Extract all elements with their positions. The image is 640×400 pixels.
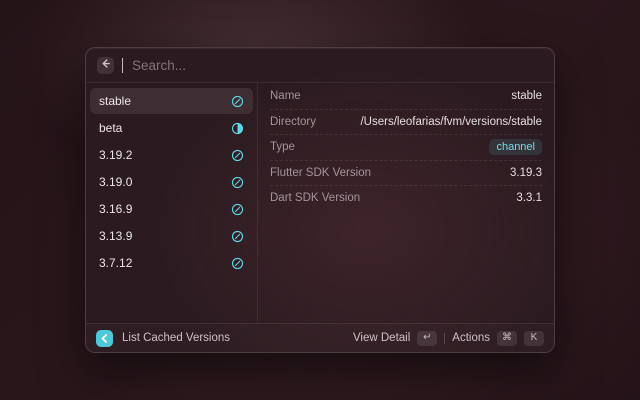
- list-item-label: stable: [99, 94, 131, 108]
- detail-value: 3.19.3: [510, 167, 542, 179]
- half-circle-icon: [231, 122, 244, 135]
- list-item-stable[interactable]: stable: [90, 88, 253, 114]
- list-item-3-19-2[interactable]: 3.19.2: [90, 142, 253, 168]
- text-caret: [122, 58, 123, 73]
- detail-label: Directory: [270, 116, 316, 128]
- list-item-3-19-0[interactable]: 3.19.0: [90, 169, 253, 195]
- check-circle-icon: [231, 203, 244, 216]
- detail-label: Flutter SDK Version: [270, 167, 371, 179]
- detail-label: Dart SDK Version: [270, 192, 360, 204]
- check-circle-icon: [231, 257, 244, 270]
- list-item-label: beta: [99, 121, 122, 135]
- action-bar: List Cached Versions View Detail ↵ Actio…: [86, 323, 554, 352]
- search-input[interactable]: Search...: [132, 58, 186, 73]
- main-content: stable beta 3.19.2: [86, 83, 554, 323]
- footer-divider: [444, 333, 445, 344]
- detail-value: 3.3.1: [516, 192, 542, 204]
- back-button[interactable]: [97, 57, 114, 74]
- desktop-background: Search... stable beta: [0, 0, 640, 400]
- detail-value: stable: [511, 90, 542, 102]
- list-item-beta[interactable]: beta: [90, 115, 253, 141]
- actions-button[interactable]: Actions: [452, 332, 490, 344]
- detail-label: Type: [270, 141, 295, 153]
- list-item-label: 3.19.2: [99, 148, 132, 162]
- detail-value: /Users/leofarias/fvm/versions/stable: [360, 116, 542, 128]
- enter-keycap[interactable]: ↵: [417, 331, 437, 346]
- detail-row-type: Type channel: [270, 135, 542, 161]
- list-item-3-7-12[interactable]: 3.7.12: [90, 250, 253, 276]
- launcher-window: Search... stable beta: [85, 47, 555, 353]
- check-circle-icon: [231, 230, 244, 243]
- version-list: stable beta 3.19.2: [86, 83, 258, 323]
- list-item-label: 3.19.0: [99, 175, 132, 189]
- cmd-keycap[interactable]: ⌘: [497, 331, 517, 346]
- command-title: List Cached Versions: [122, 332, 230, 344]
- k-keycap[interactable]: K: [524, 331, 544, 346]
- detail-row-directory: Directory /Users/leofarias/fvm/versions/…: [270, 110, 542, 136]
- fvm-logo-icon: [96, 330, 113, 347]
- check-circle-icon: [231, 176, 244, 189]
- list-item-label: 3.16.9: [99, 202, 132, 216]
- check-circle-icon: [231, 149, 244, 162]
- detail-row-dart-sdk: Dart SDK Version 3.3.1: [270, 186, 542, 211]
- list-item-label: 3.13.9: [99, 229, 132, 243]
- detail-row-flutter-sdk: Flutter SDK Version 3.19.3: [270, 161, 542, 187]
- detail-row-name: Name stable: [270, 84, 542, 110]
- list-item-3-13-9[interactable]: 3.13.9: [90, 223, 253, 249]
- view-detail-button[interactable]: View Detail: [353, 332, 410, 344]
- footer-actions: View Detail ↵ Actions ⌘ K: [353, 331, 544, 346]
- detail-label: Name: [270, 90, 301, 102]
- check-circle-icon: [231, 95, 244, 108]
- list-item-label: 3.7.12: [99, 256, 132, 270]
- detail-panel: Name stable Directory /Users/leofarias/f…: [258, 83, 554, 323]
- arrow-left-icon: [100, 56, 111, 74]
- channel-badge: channel: [489, 139, 542, 155]
- list-item-3-16-9[interactable]: 3.16.9: [90, 196, 253, 222]
- search-bar: Search...: [86, 48, 554, 83]
